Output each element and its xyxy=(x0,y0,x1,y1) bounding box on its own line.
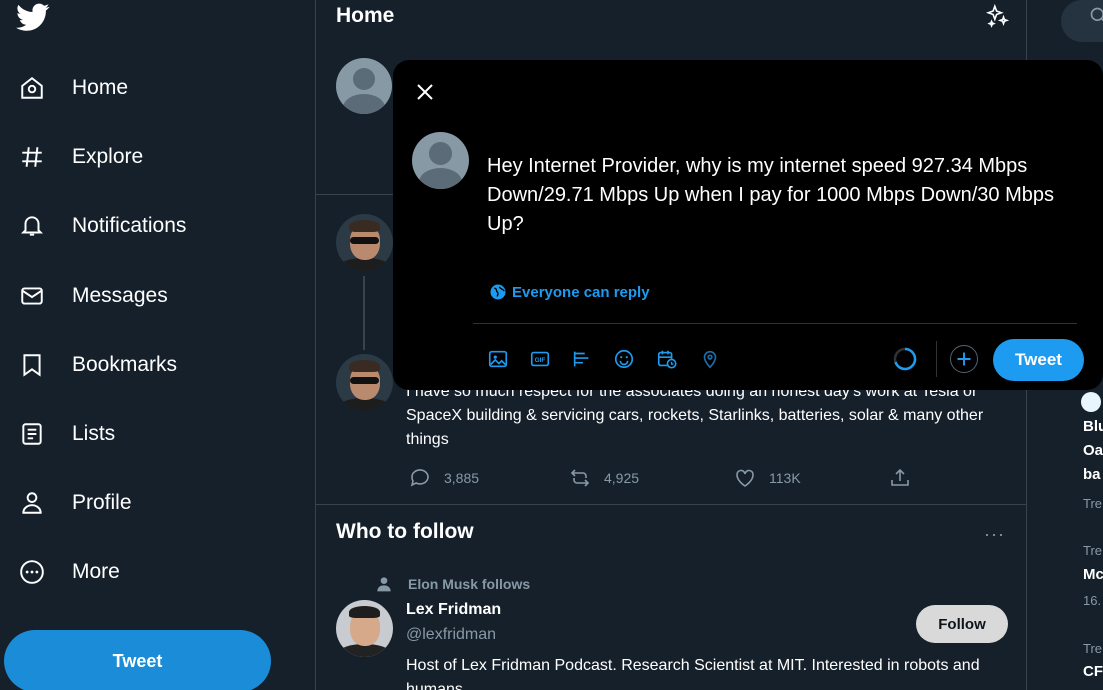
sidebar-item-label: Bookmarks xyxy=(72,353,178,376)
add-tweet-button[interactable] xyxy=(950,345,978,373)
bookmark-icon xyxy=(18,351,46,379)
who-to-follow-title: Who to follow xyxy=(336,520,474,543)
avatar[interactable] xyxy=(336,600,393,657)
image-icon xyxy=(488,350,508,368)
person-icon xyxy=(377,577,391,592)
poll-icon xyxy=(573,351,589,367)
globe-icon xyxy=(490,284,506,300)
avatar[interactable] xyxy=(336,354,393,411)
retweet-icon xyxy=(570,469,590,487)
sidebar-tweet-button[interactable]: Tweet xyxy=(4,630,271,690)
sidebar-item-label: Profile xyxy=(72,491,132,514)
location-button[interactable] xyxy=(698,347,722,371)
sidebar-item-label: Home xyxy=(72,76,129,99)
tweet-text: I have so much respect for the associate… xyxy=(406,383,984,448)
retweet-button[interactable]: 4,925 xyxy=(568,466,639,490)
sidebar-item-messages[interactable]: Messages xyxy=(18,276,168,316)
sidebar-item-home[interactable]: Home xyxy=(18,68,128,108)
envelope-icon xyxy=(18,282,46,310)
poll-button[interactable] xyxy=(570,347,594,371)
trend-text[interactable]: Blu xyxy=(1083,418,1103,435)
like-count: 113K xyxy=(769,470,801,486)
divider xyxy=(316,504,1027,505)
trend-text[interactable]: CF xyxy=(1083,663,1103,680)
location-icon xyxy=(703,350,717,369)
home-icon xyxy=(18,74,46,102)
sidebar-item-label: More xyxy=(72,560,120,583)
composer-avatar[interactable] xyxy=(336,58,392,114)
divider xyxy=(936,341,937,377)
trend-text[interactable]: ba xyxy=(1083,466,1101,483)
page-title: Home xyxy=(336,4,395,27)
heart-icon xyxy=(736,469,754,487)
reply-icon xyxy=(410,469,429,487)
avatar[interactable] xyxy=(336,214,393,271)
reply-count: 3,885 xyxy=(444,470,480,486)
reply-button[interactable]: 3,885 xyxy=(408,466,479,490)
schedule-button[interactable] xyxy=(655,347,679,371)
sidebar-item-label: Notifications xyxy=(72,214,187,237)
plus-icon xyxy=(957,352,971,366)
trend-meta: Tre xyxy=(1083,641,1103,656)
follow-context-text: Elon Musk follows xyxy=(408,576,531,592)
person-icon xyxy=(18,489,46,517)
user-bio: Host of Lex Fridman Podcast. Research Sc… xyxy=(406,657,980,690)
emoji-icon xyxy=(614,349,634,369)
sidebar-item-lists[interactable]: Lists xyxy=(18,414,115,454)
sidebar-item-label: Messages xyxy=(72,284,168,307)
like-button[interactable]: 113K xyxy=(733,466,801,490)
retweet-count: 4,925 xyxy=(604,470,640,486)
share-icon xyxy=(891,468,909,486)
compose-textarea[interactable]: Hey Internet Provider, why is my interne… xyxy=(487,152,1087,239)
sidebar-item-bookmarks[interactable]: Bookmarks xyxy=(18,345,177,385)
twitter-bird-icon[interactable] xyxy=(16,0,50,34)
left-sidebar: Home Explore Notifications Messages Book… xyxy=(0,0,315,690)
reply-setting-label: Everyone can reply xyxy=(512,283,650,301)
sidebar-item-notifications[interactable]: Notifications xyxy=(18,206,186,246)
schedule-icon xyxy=(657,350,677,369)
gif-button[interactable]: GIF xyxy=(528,347,552,371)
sidebar-item-label: Explore xyxy=(72,145,144,168)
share-button[interactable] xyxy=(888,466,924,490)
more-circle-icon xyxy=(18,558,46,586)
character-count-ring xyxy=(893,347,917,371)
trend-meta: Tre xyxy=(1083,496,1103,511)
trend-text[interactable]: Mc xyxy=(1083,566,1103,583)
bell-icon xyxy=(18,212,46,240)
sidebar-item-profile[interactable]: Profile xyxy=(18,483,132,523)
more-options-button[interactable]: ··· xyxy=(984,524,1005,545)
gif-icon: GIF xyxy=(530,351,550,367)
trend-meta: 16. xyxy=(1083,593,1102,608)
user-name[interactable]: Lex Fridman xyxy=(406,601,501,619)
list-icon xyxy=(18,420,46,448)
follow-button[interactable]: Follow xyxy=(916,605,1008,643)
hashtag-icon xyxy=(18,143,46,171)
compose-avatar[interactable] xyxy=(412,132,469,189)
follow-context: Elon Musk follows xyxy=(376,576,530,592)
sidebar-item-more[interactable]: More xyxy=(18,552,120,592)
tweet-button[interactable]: Tweet xyxy=(993,339,1084,381)
close-button[interactable] xyxy=(413,80,437,104)
emoji-button[interactable] xyxy=(612,347,636,371)
image-button[interactable] xyxy=(486,347,510,371)
divider xyxy=(473,323,1077,324)
close-icon xyxy=(417,84,433,100)
svg-text:GIF: GIF xyxy=(535,357,546,364)
sidebar-item-explore[interactable]: Explore xyxy=(18,137,143,177)
trend-meta: Tre xyxy=(1083,543,1103,558)
thread-line xyxy=(363,276,365,350)
user-handle[interactable]: @lexfridman xyxy=(406,626,496,644)
reply-setting-button[interactable]: Everyone can reply xyxy=(489,283,650,301)
sparkle-icon[interactable] xyxy=(984,3,1010,29)
compose-modal: Hey Internet Provider, why is my interne… xyxy=(393,60,1103,390)
sidebar-item-label: Lists xyxy=(72,422,116,445)
trend-text[interactable]: Oa xyxy=(1083,442,1103,459)
search-icon xyxy=(1090,7,1103,22)
trend-logo-icon xyxy=(1081,392,1101,412)
